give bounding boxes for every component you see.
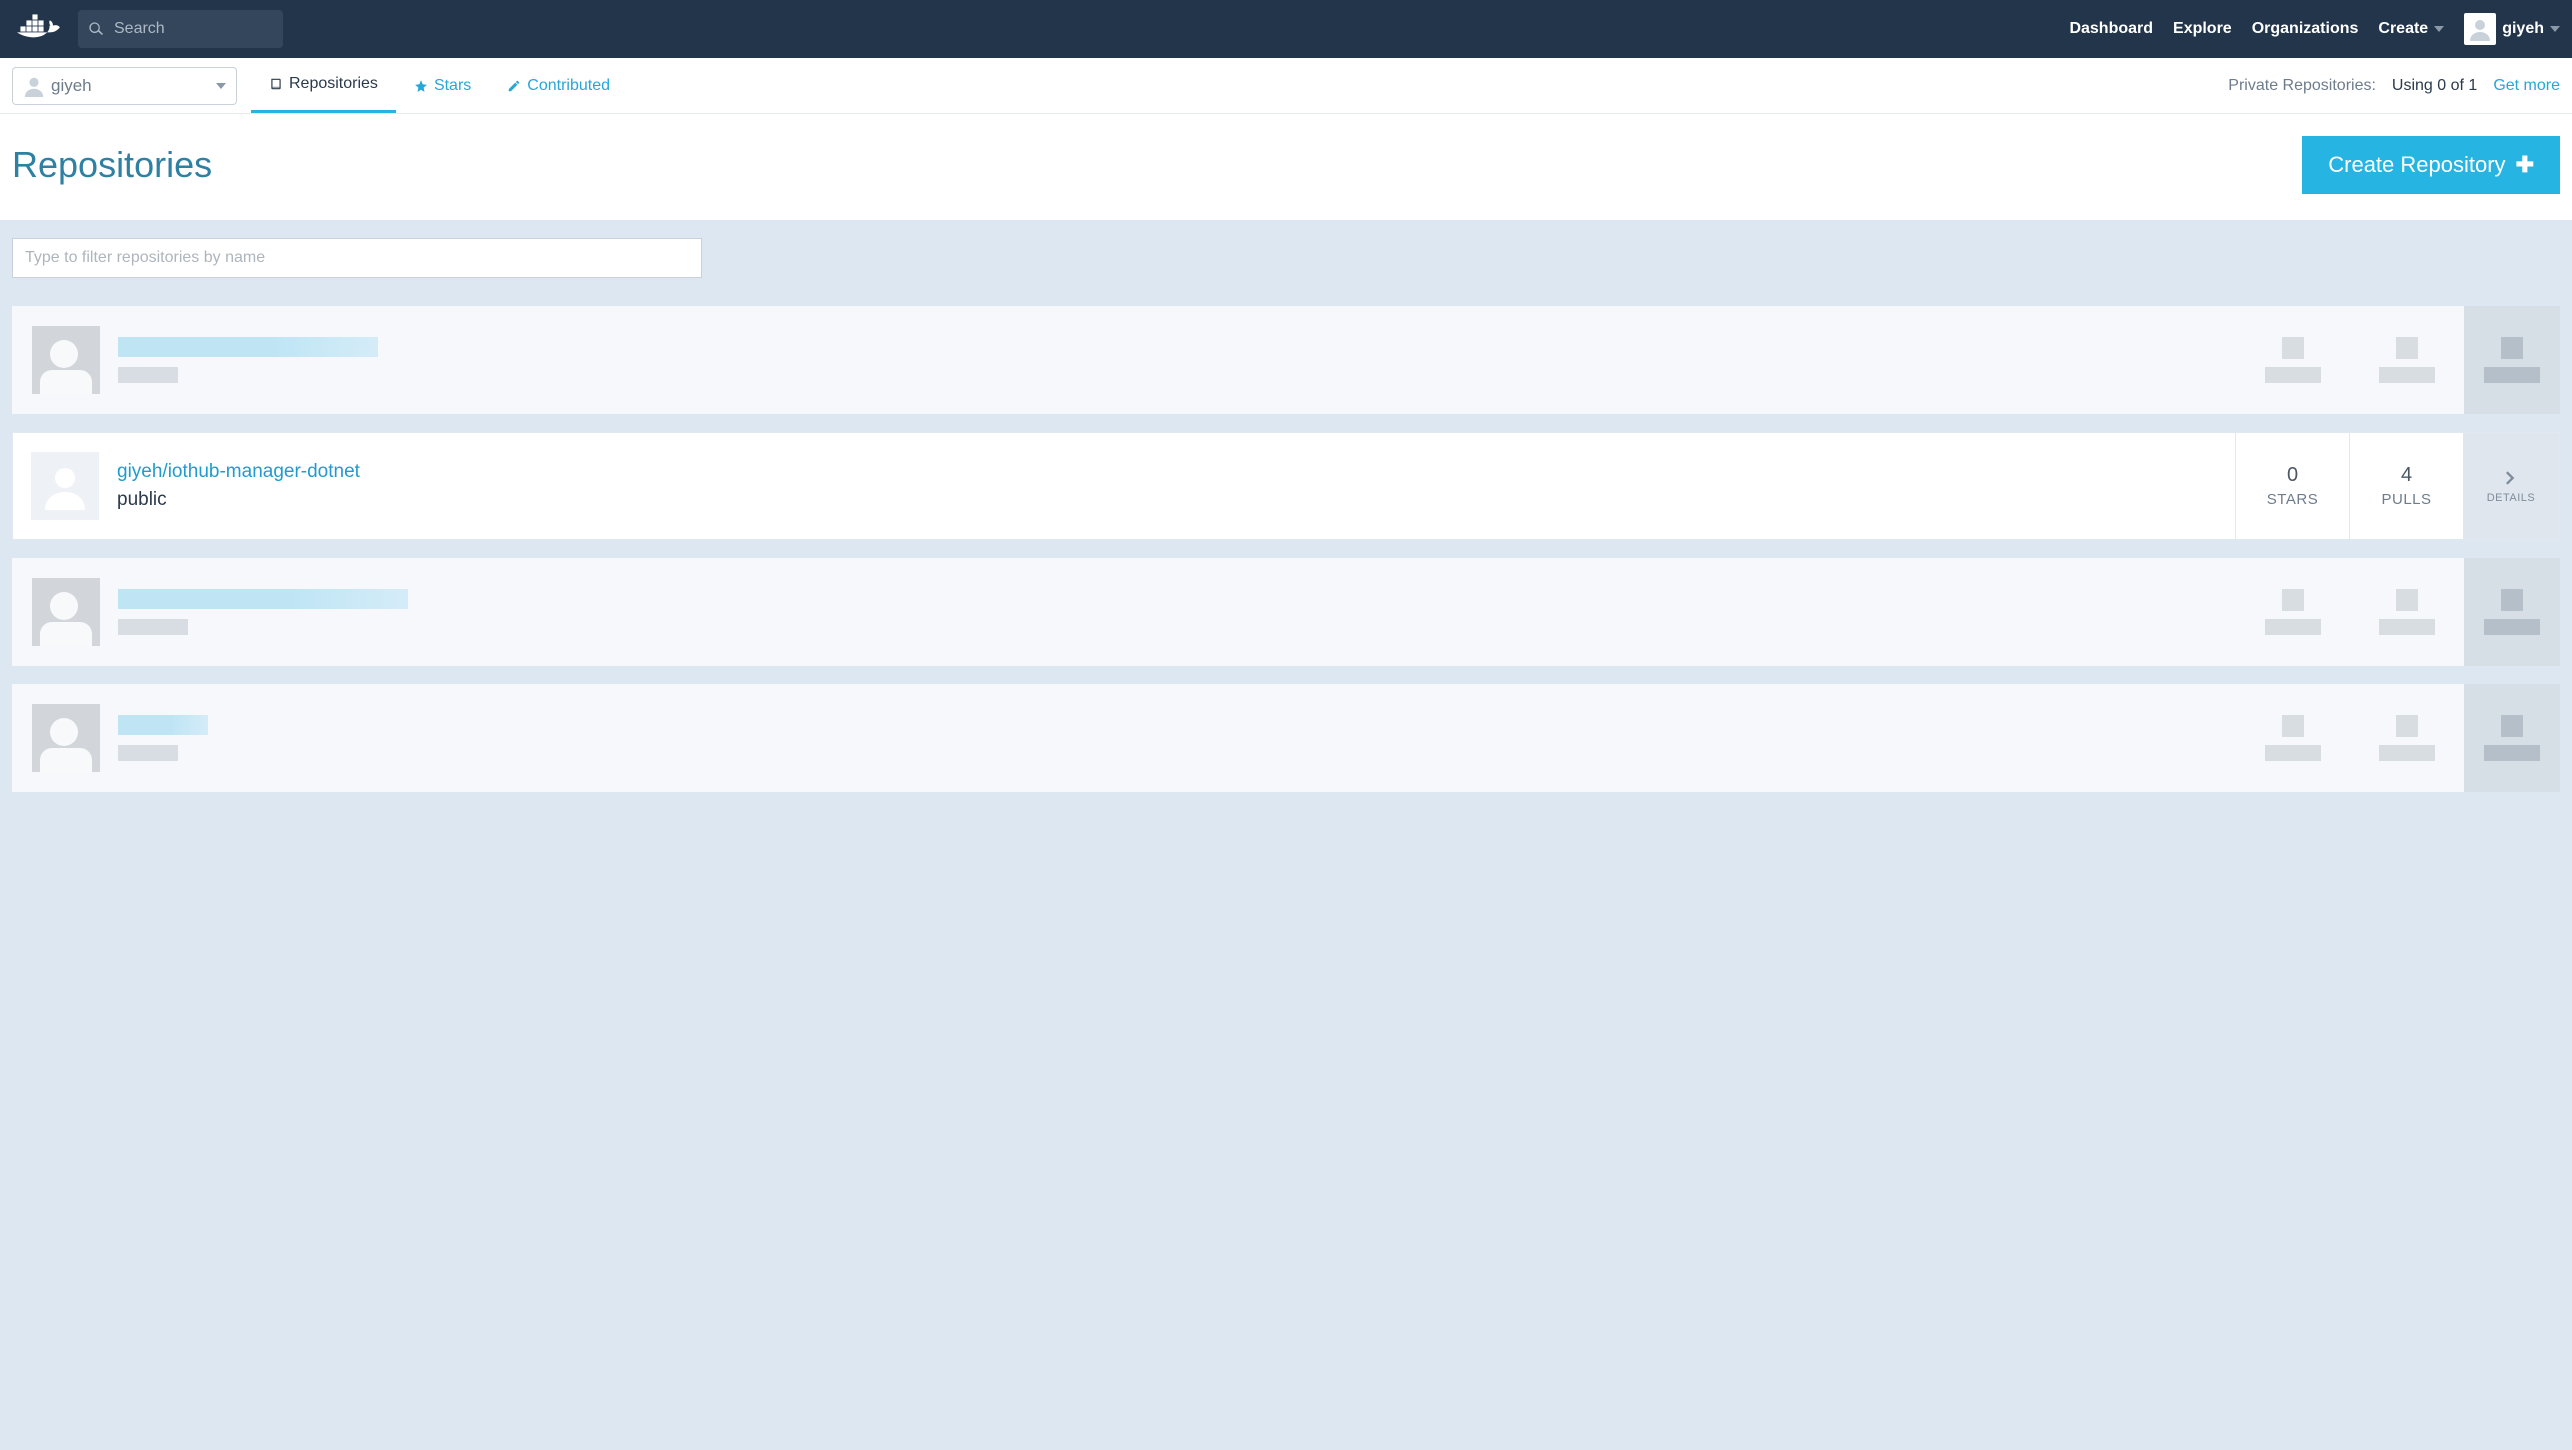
content-area: giyeh/iothub-manager-dotnet public 0 STA… <box>0 220 2572 804</box>
create-repository-button[interactable]: Create Repository ✚ <box>2302 136 2560 194</box>
create-repository-label: Create Repository <box>2328 152 2505 178</box>
subnav-right: Private Repositories: Using 0 of 1 Get m… <box>2228 77 2560 95</box>
redacted-repo-row <box>12 684 2560 792</box>
nav-right: Dashboard Explore Organizations Create g… <box>2069 13 2560 45</box>
stars-count: 0 <box>2287 464 2298 487</box>
caret-down-icon <box>2550 26 2560 32</box>
caret-down-icon <box>2434 26 2444 32</box>
nav-explore[interactable]: Explore <box>2173 20 2232 38</box>
redacted-text <box>118 337 378 357</box>
filter-repositories-input[interactable] <box>12 238 702 278</box>
plus-icon: ✚ <box>2516 152 2534 178</box>
pulls-count: 4 <box>2401 464 2412 487</box>
nav-create-label: Create <box>2378 20 2428 38</box>
star-icon <box>414 79 428 93</box>
book-icon <box>269 77 283 91</box>
nav-create-dropdown[interactable]: Create <box>2378 20 2444 38</box>
stars-label: STARS <box>2267 491 2318 508</box>
details-label: DETAILS <box>2487 492 2536 504</box>
nav-dashboard[interactable]: Dashboard <box>2069 20 2153 38</box>
namespace-selector[interactable]: giyeh <box>12 67 237 105</box>
redacted-avatar <box>32 704 100 772</box>
nav-username: giyeh <box>2502 20 2544 38</box>
redacted-repo-row <box>12 306 2560 414</box>
top-navbar: Dashboard Explore Organizations Create g… <box>0 0 2572 58</box>
nav-organizations[interactable]: Organizations <box>2252 20 2359 38</box>
repository-row[interactable]: giyeh/iothub-manager-dotnet public 0 STA… <box>12 432 2560 540</box>
tab-contributed-label: Contributed <box>527 77 610 95</box>
nav-user-dropdown[interactable]: giyeh <box>2464 13 2560 45</box>
page-header: Repositories Create Repository ✚ <box>0 114 2572 220</box>
subnav-tabs: Repositories Stars Contributed <box>251 58 628 113</box>
stars-cell: 0 STARS <box>2235 433 2349 539</box>
search-icon <box>88 21 104 37</box>
pulls-label: PULLS <box>2381 491 2431 508</box>
tab-contributed[interactable]: Contributed <box>489 58 628 113</box>
get-more-link[interactable]: Get more <box>2493 77 2560 95</box>
private-repos-label: Private Repositories: <box>2228 77 2376 95</box>
chevron-right-icon <box>2501 468 2521 488</box>
pulls-cell: 4 PULLS <box>2349 433 2463 539</box>
redacted-avatar <box>32 326 100 394</box>
redacted-text <box>118 589 408 609</box>
avatar-icon <box>2464 13 2496 45</box>
redacted-text <box>118 367 178 383</box>
repository-visibility: public <box>117 489 360 511</box>
tab-repositories[interactable]: Repositories <box>251 58 396 113</box>
docker-logo-icon[interactable] <box>12 9 70 49</box>
edit-icon <box>507 79 521 93</box>
tab-repositories-label: Repositories <box>289 75 378 93</box>
search-wrapper <box>78 10 283 48</box>
sub-navbar: giyeh Repositories Stars Contributed Pri… <box>0 58 2572 114</box>
repository-name-link[interactable]: giyeh/iothub-manager-dotnet <box>117 461 360 483</box>
tab-stars-label: Stars <box>434 77 471 95</box>
avatar-icon <box>31 452 99 520</box>
repository-main: giyeh/iothub-manager-dotnet public <box>13 433 2235 539</box>
search-input[interactable] <box>78 10 283 48</box>
redacted-text <box>118 745 178 761</box>
avatar-icon <box>23 75 45 97</box>
details-button[interactable]: DETAILS <box>2463 433 2559 539</box>
caret-down-icon <box>216 83 226 89</box>
redacted-text <box>118 619 188 635</box>
tab-stars[interactable]: Stars <box>396 58 489 113</box>
redacted-avatar <box>32 578 100 646</box>
redacted-repo-row <box>12 558 2560 666</box>
namespace-selector-label: giyeh <box>51 76 216 96</box>
page-title: Repositories <box>12 144 212 186</box>
private-repos-usage: Using 0 of 1 <box>2392 77 2477 95</box>
redacted-text <box>118 715 208 735</box>
repository-list: giyeh/iothub-manager-dotnet public 0 STA… <box>12 306 2560 792</box>
